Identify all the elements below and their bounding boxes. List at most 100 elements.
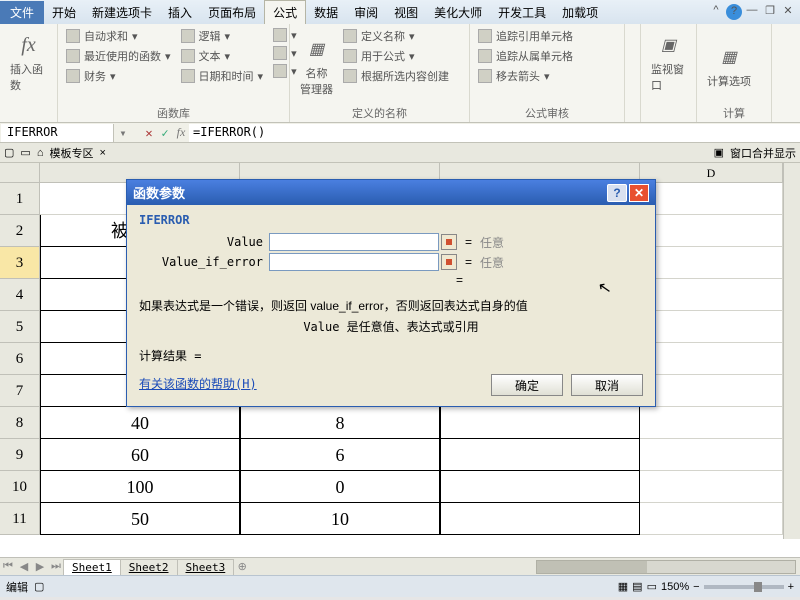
zoom-slider[interactable] bbox=[704, 585, 784, 589]
datetime-button[interactable]: 日期和时间 ▾ bbox=[179, 67, 266, 85]
tab-dev[interactable]: 开发工具 bbox=[490, 1, 554, 24]
row-3[interactable]: 3 bbox=[0, 247, 40, 279]
cancel-formula-icon[interactable]: ✕ bbox=[141, 126, 157, 140]
insert-function-button[interactable]: fx 插入函数 bbox=[6, 27, 51, 95]
row-2[interactable]: 2 bbox=[0, 215, 40, 247]
zoom-out-icon[interactable]: − bbox=[693, 581, 699, 593]
tab-newtab[interactable]: 新建选项卡 bbox=[84, 1, 160, 24]
cell-b11[interactable]: 10 bbox=[240, 503, 440, 535]
sheet-tab-2[interactable]: Sheet2 bbox=[120, 559, 178, 575]
arg2-input[interactable] bbox=[269, 253, 439, 271]
zoom-in-icon[interactable]: + bbox=[788, 581, 794, 593]
tab-insert[interactable]: 插入 bbox=[160, 1, 200, 24]
last-sheet-icon[interactable]: ⏭ bbox=[48, 560, 64, 573]
cell-b10[interactable]: 0 bbox=[240, 471, 440, 503]
dialog-titlebar[interactable]: 函数参数 ? ✕ bbox=[127, 180, 655, 205]
tab-review[interactable]: 审阅 bbox=[346, 1, 386, 24]
arg1-range-selector[interactable] bbox=[441, 234, 457, 250]
logical-button[interactable]: 逻辑 ▾ bbox=[179, 27, 266, 45]
window-restore-icon[interactable]: ❐ bbox=[762, 4, 778, 20]
dialog-help-link[interactable]: 有关该函数的帮助(H) bbox=[139, 375, 257, 392]
ribbon-body: fx 插入函数 自动求和 ▾ 最近使用的函数 ▾ 财务 ▾ 逻辑 ▾ 文本 ▾ … bbox=[0, 24, 800, 123]
ok-button[interactable]: 确定 bbox=[491, 374, 563, 396]
template-close-icon[interactable]: × bbox=[99, 147, 105, 159]
cell-a9[interactable]: 60 bbox=[40, 439, 240, 471]
row-8[interactable]: 8 bbox=[0, 407, 40, 439]
tab-file[interactable]: 文件 bbox=[0, 1, 44, 24]
cell-a8[interactable]: 40 bbox=[40, 407, 240, 439]
remove-arrows-button[interactable]: 移去箭头 ▾ bbox=[476, 67, 618, 85]
row-5[interactable]: 5 bbox=[0, 311, 40, 343]
sheet-tabs: ⏮ ◀ ▶ ⏭ Sheet1 Sheet2 Sheet3 ⊕ bbox=[0, 557, 800, 575]
watch-window-button[interactable]: ▣ 监视窗口 bbox=[647, 27, 690, 95]
row-6[interactable]: 6 bbox=[0, 343, 40, 375]
first-sheet-icon[interactable]: ⏮ bbox=[0, 560, 16, 573]
trace-dep-button[interactable]: 追踪从属单元格 bbox=[476, 47, 618, 65]
zoom-level[interactable]: 150% bbox=[661, 581, 689, 593]
view-break-icon[interactable]: ▭ bbox=[647, 580, 657, 593]
tab-view[interactable]: 视图 bbox=[386, 1, 426, 24]
vertical-scrollbar[interactable] bbox=[783, 163, 800, 539]
select-all-corner[interactable] bbox=[0, 163, 40, 182]
window-merge-icon[interactable]: ▣ bbox=[714, 146, 724, 159]
text-button[interactable]: 文本 ▾ bbox=[179, 47, 266, 65]
cancel-button[interactable]: 取消 bbox=[571, 374, 643, 396]
home-icon[interactable]: ⌂ bbox=[37, 147, 44, 159]
dialog-help-button[interactable]: ? bbox=[607, 184, 627, 202]
row-7[interactable]: 7 bbox=[0, 375, 40, 407]
define-name-button[interactable]: 定义名称 ▾ bbox=[341, 27, 451, 45]
next-sheet-icon[interactable]: ▶ bbox=[32, 560, 48, 573]
row-11[interactable]: 11 bbox=[0, 503, 40, 535]
ribbon-min-icon[interactable]: ^ bbox=[708, 4, 724, 20]
tab-home[interactable]: 开始 bbox=[44, 1, 84, 24]
row-9[interactable]: 9 bbox=[0, 439, 40, 471]
name-box[interactable]: IFERROR bbox=[1, 124, 114, 142]
view-layout-icon[interactable]: ▤ bbox=[632, 580, 642, 593]
group-names: 定义的名称 bbox=[296, 103, 463, 121]
window-min-icon[interactable]: — bbox=[744, 4, 760, 20]
financial-icon bbox=[66, 69, 80, 83]
create-from-sel-button[interactable]: 根据所选内容创建 bbox=[341, 67, 451, 85]
horizontal-scrollbar[interactable] bbox=[536, 560, 796, 574]
status-record-icon[interactable]: ▢ bbox=[34, 580, 44, 593]
template-label[interactable]: 模板专区 bbox=[49, 145, 93, 161]
tab-beautify[interactable]: 美化大师 bbox=[426, 1, 490, 24]
fx-bar-icon[interactable]: fx bbox=[173, 125, 189, 140]
tab-addins[interactable]: 加载项 bbox=[554, 1, 606, 24]
sheet-icon[interactable]: ▢ bbox=[4, 146, 14, 159]
help-icon[interactable]: ? bbox=[726, 4, 742, 20]
row-10[interactable]: 10 bbox=[0, 471, 40, 503]
sheet-tab-3[interactable]: Sheet3 bbox=[177, 559, 235, 575]
folder-icon[interactable]: ▭ bbox=[20, 146, 30, 159]
fx-icon: fx bbox=[13, 29, 45, 61]
col-d[interactable]: D bbox=[640, 163, 783, 182]
name-manager-button[interactable]: ▦ 名称 管理器 bbox=[296, 27, 337, 103]
calc-icon: ▦ bbox=[713, 41, 745, 73]
recent-fn-button[interactable]: 最近使用的函数 ▾ bbox=[64, 47, 173, 65]
tab-formulas[interactable]: 公式 bbox=[264, 0, 306, 24]
dropdown-icon[interactable]: ▾ bbox=[115, 126, 131, 140]
financial-button[interactable]: 财务 ▾ bbox=[64, 67, 173, 85]
prev-sheet-icon[interactable]: ◀ bbox=[16, 560, 32, 573]
formula-input[interactable]: =IFERROR() bbox=[189, 124, 800, 142]
tab-data[interactable]: 数据 bbox=[306, 1, 346, 24]
new-sheet-icon[interactable]: ⊕ bbox=[234, 560, 250, 573]
cell-b9[interactable]: 6 bbox=[240, 439, 440, 471]
cell-a10[interactable]: 100 bbox=[40, 471, 240, 503]
tab-layout[interactable]: 页面布局 bbox=[200, 1, 264, 24]
sheet-tab-1[interactable]: Sheet1 bbox=[63, 559, 121, 575]
view-normal-icon[interactable]: ▦ bbox=[618, 580, 628, 593]
row-4[interactable]: 4 bbox=[0, 279, 40, 311]
use-in-formula-button[interactable]: 用于公式 ▾ bbox=[341, 47, 451, 65]
arg1-input[interactable] bbox=[269, 233, 439, 251]
row-1[interactable]: 1 bbox=[0, 183, 40, 215]
calc-options-button[interactable]: ▦ 计算选项 bbox=[703, 27, 755, 103]
dialog-close-button[interactable]: ✕ bbox=[629, 184, 649, 202]
cell-b8[interactable]: 8 bbox=[240, 407, 440, 439]
accept-formula-icon[interactable]: ✓ bbox=[157, 126, 173, 140]
window-close-icon[interactable]: ✕ bbox=[780, 4, 796, 20]
autosum-button[interactable]: 自动求和 ▾ bbox=[64, 27, 173, 45]
arg2-range-selector[interactable] bbox=[441, 254, 457, 270]
cell-a11[interactable]: 50 bbox=[40, 503, 240, 535]
trace-prec-button[interactable]: 追踪引用单元格 bbox=[476, 27, 618, 45]
